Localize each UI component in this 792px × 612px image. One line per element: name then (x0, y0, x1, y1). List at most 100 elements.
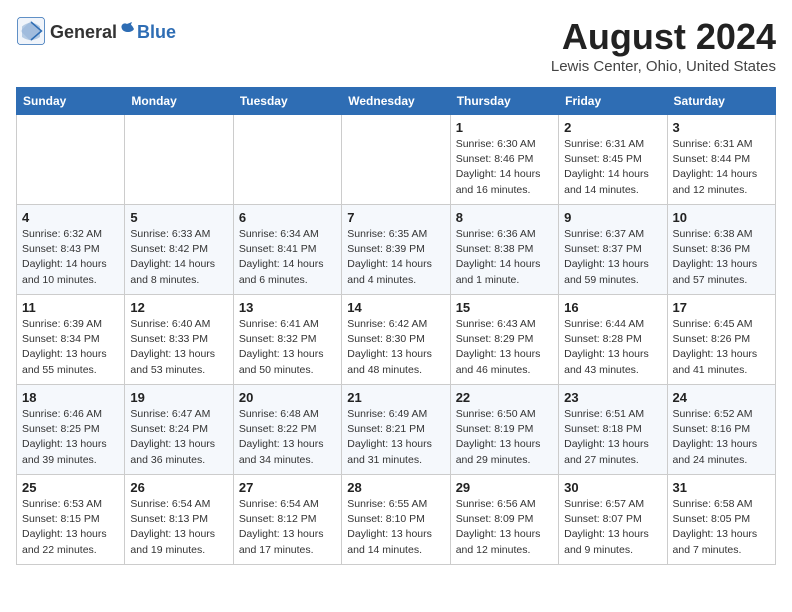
day-number: 2 (564, 120, 661, 135)
day-number: 13 (239, 300, 336, 315)
calendar-cell: 12 Sunrise: 6:40 AM Sunset: 8:33 PM Dayli… (125, 295, 233, 385)
calendar-cell: 2Sunrise: 6:31 AM Sunset: 8:45 PM Daylig… (559, 115, 667, 205)
day-info: Sunrise: 6:44 AM Sunset: 8:28 PM Dayligh… (564, 317, 661, 378)
day-number: 7 (347, 210, 444, 225)
day-info: Sunrise: 6:54 AM Sunset: 8:12 PM Dayligh… (239, 497, 336, 558)
logo-bird-icon (118, 20, 136, 38)
day-info: Sunrise: 6:49 AM Sunset: 8:21 PM Dayligh… (347, 407, 444, 468)
day-number: 3 (673, 120, 770, 135)
calendar-table: SundayMondayTuesdayWednesdayThursdayFrid… (16, 87, 776, 565)
logo-icon (16, 16, 46, 46)
calendar-cell (125, 115, 233, 205)
calendar-week-row: 25 Sunrise: 6:53 AM Sunset: 8:15 PM Dayli… (17, 475, 776, 565)
calendar-cell: 19Sunrise: 6:47 AM Sunset: 8:24 PM Dayli… (125, 385, 233, 475)
day-info: Sunrise: 6:43 AM Sunset: 8:29 PM Dayligh… (456, 317, 553, 378)
day-number: 9 (564, 210, 661, 225)
calendar-cell: 7 Sunrise: 6:35 AM Sunset: 8:39 PM Daylig… (342, 205, 450, 295)
day-info: Sunrise: 6:31 AM Sunset: 8:44 PM Dayligh… (673, 137, 770, 198)
page-header: General Blue August 2024 Lewis Center, O… (16, 16, 776, 75)
day-number: 11 (22, 300, 119, 315)
day-number: 1 (456, 120, 553, 135)
weekday-header-sunday: Sunday (17, 88, 125, 115)
day-info: Sunrise: 6:32 AM Sunset: 8:43 PM Dayligh… (22, 227, 119, 288)
calendar-cell: 31 Sunrise: 6:58 AM Sunset: 8:05 PM Dayli… (667, 475, 775, 565)
day-info: Sunrise: 6:40 AM Sunset: 8:33 PM Dayligh… (130, 317, 227, 378)
calendar-cell: 15 Sunrise: 6:43 AM Sunset: 8:29 PM Dayli… (450, 295, 558, 385)
calendar-cell (342, 115, 450, 205)
day-number: 6 (239, 210, 336, 225)
calendar-cell: 14 Sunrise: 6:42 AM Sunset: 8:30 PM Dayli… (342, 295, 450, 385)
day-number: 17 (673, 300, 770, 315)
day-info: Sunrise: 6:51 AM Sunset: 8:18 PM Dayligh… (564, 407, 661, 468)
calendar-header: SundayMondayTuesdayWednesdayThursdayFrid… (17, 88, 776, 115)
day-number: 29 (456, 480, 553, 495)
day-number: 31 (673, 480, 770, 495)
weekday-header-friday: Friday (559, 88, 667, 115)
day-info: Sunrise: 6:33 AM Sunset: 8:42 PM Dayligh… (130, 227, 227, 288)
calendar-cell: 30 Sunrise: 6:57 AM Sunset: 8:07 PM Dayli… (559, 475, 667, 565)
calendar-cell: 22Sunrise: 6:50 AM Sunset: 8:19 PM Dayli… (450, 385, 558, 475)
logo: General Blue (16, 16, 176, 46)
weekday-header-saturday: Saturday (667, 88, 775, 115)
day-number: 18 (22, 390, 119, 405)
calendar-cell: 11Sunrise: 6:39 AM Sunset: 8:34 PM Dayli… (17, 295, 125, 385)
day-number: 20 (239, 390, 336, 405)
logo-general: General (50, 22, 117, 43)
calendar-cell: 17Sunrise: 6:45 AM Sunset: 8:26 PM Dayli… (667, 295, 775, 385)
calendar-cell: 10 Sunrise: 6:38 AM Sunset: 8:36 PM Dayli… (667, 205, 775, 295)
calendar-cell: 23 Sunrise: 6:51 AM Sunset: 8:18 PM Dayli… (559, 385, 667, 475)
calendar-cell: 16 Sunrise: 6:44 AM Sunset: 8:28 PM Dayli… (559, 295, 667, 385)
calendar-week-row: 4Sunrise: 6:32 AM Sunset: 8:43 PM Daylig… (17, 205, 776, 295)
calendar-week-row: 1Sunrise: 6:30 AM Sunset: 8:46 PM Daylig… (17, 115, 776, 205)
day-number: 15 (456, 300, 553, 315)
day-info: Sunrise: 6:41 AM Sunset: 8:32 PM Dayligh… (239, 317, 336, 378)
weekday-header-wednesday: Wednesday (342, 88, 450, 115)
day-number: 30 (564, 480, 661, 495)
day-number: 5 (130, 210, 227, 225)
calendar-cell: 27Sunrise: 6:54 AM Sunset: 8:12 PM Dayli… (233, 475, 341, 565)
day-info: Sunrise: 6:35 AM Sunset: 8:39 PM Dayligh… (347, 227, 444, 288)
logo-blue: Blue (137, 22, 176, 43)
day-info: Sunrise: 6:58 AM Sunset: 8:05 PM Dayligh… (673, 497, 770, 558)
day-number: 23 (564, 390, 661, 405)
day-info: Sunrise: 6:52 AM Sunset: 8:16 PM Dayligh… (673, 407, 770, 468)
day-info: Sunrise: 6:53 AM Sunset: 8:15 PM Dayligh… (22, 497, 119, 558)
day-info: Sunrise: 6:55 AM Sunset: 8:10 PM Dayligh… (347, 497, 444, 558)
calendar-cell: 4Sunrise: 6:32 AM Sunset: 8:43 PM Daylig… (17, 205, 125, 295)
logo-text: General Blue (50, 20, 176, 43)
weekday-header-tuesday: Tuesday (233, 88, 341, 115)
calendar-cell: 29Sunrise: 6:56 AM Sunset: 8:09 PM Dayli… (450, 475, 558, 565)
calendar-cell: 25 Sunrise: 6:53 AM Sunset: 8:15 PM Dayli… (17, 475, 125, 565)
day-info: Sunrise: 6:34 AM Sunset: 8:41 PM Dayligh… (239, 227, 336, 288)
calendar-cell: 20Sunrise: 6:48 AM Sunset: 8:22 PM Dayli… (233, 385, 341, 475)
calendar-body: 1Sunrise: 6:30 AM Sunset: 8:46 PM Daylig… (17, 115, 776, 565)
calendar-cell: 8 Sunrise: 6:36 AM Sunset: 8:38 PM Daylig… (450, 205, 558, 295)
day-number: 16 (564, 300, 661, 315)
calendar-cell (17, 115, 125, 205)
calendar-cell: 1Sunrise: 6:30 AM Sunset: 8:46 PM Daylig… (450, 115, 558, 205)
day-info: Sunrise: 6:50 AM Sunset: 8:19 PM Dayligh… (456, 407, 553, 468)
day-info: Sunrise: 6:36 AM Sunset: 8:38 PM Dayligh… (456, 227, 553, 288)
weekday-header-monday: Monday (125, 88, 233, 115)
day-number: 14 (347, 300, 444, 315)
day-number: 10 (673, 210, 770, 225)
day-info: Sunrise: 6:57 AM Sunset: 8:07 PM Dayligh… (564, 497, 661, 558)
day-number: 24 (673, 390, 770, 405)
month-year-title: August 2024 (551, 16, 776, 58)
location-title: Lewis Center, Ohio, United States (551, 58, 776, 75)
calendar-cell: 26Sunrise: 6:54 AM Sunset: 8:13 PM Dayli… (125, 475, 233, 565)
day-info: Sunrise: 6:54 AM Sunset: 8:13 PM Dayligh… (130, 497, 227, 558)
weekday-header-thursday: Thursday (450, 88, 558, 115)
day-number: 25 (22, 480, 119, 495)
day-info: Sunrise: 6:47 AM Sunset: 8:24 PM Dayligh… (130, 407, 227, 468)
day-number: 8 (456, 210, 553, 225)
calendar-cell: 13 Sunrise: 6:41 AM Sunset: 8:32 PM Dayli… (233, 295, 341, 385)
day-info: Sunrise: 6:46 AM Sunset: 8:25 PM Dayligh… (22, 407, 119, 468)
calendar-cell: 9Sunrise: 6:37 AM Sunset: 8:37 PM Daylig… (559, 205, 667, 295)
calendar-week-row: 11Sunrise: 6:39 AM Sunset: 8:34 PM Dayli… (17, 295, 776, 385)
day-info: Sunrise: 6:38 AM Sunset: 8:36 PM Dayligh… (673, 227, 770, 288)
calendar-cell: 18 Sunrise: 6:46 AM Sunset: 8:25 PM Dayli… (17, 385, 125, 475)
day-number: 12 (130, 300, 227, 315)
day-number: 21 (347, 390, 444, 405)
day-info: Sunrise: 6:42 AM Sunset: 8:30 PM Dayligh… (347, 317, 444, 378)
